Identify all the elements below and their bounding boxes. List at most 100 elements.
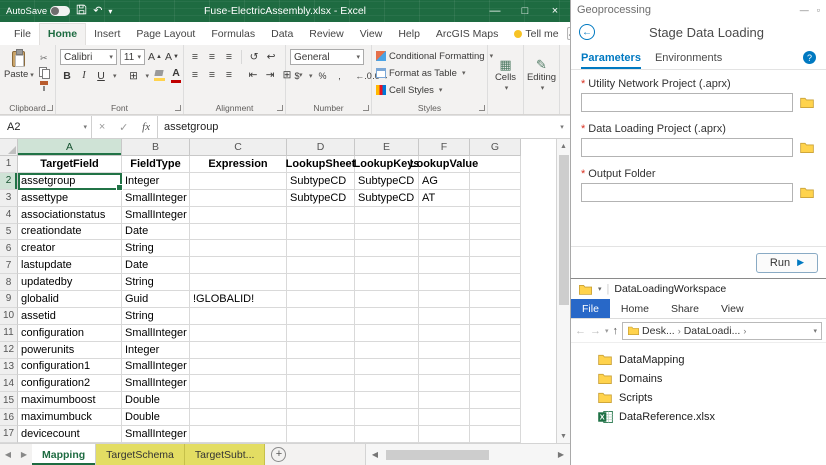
- cell-A8[interactable]: updatedby: [18, 274, 122, 291]
- cell-G17[interactable]: [470, 426, 521, 443]
- column-header-C[interactable]: C: [190, 139, 287, 156]
- cell-G6[interactable]: [470, 240, 521, 258]
- cell-C4[interactable]: [190, 206, 287, 224]
- ribbon-tab-review[interactable]: Review: [301, 24, 351, 45]
- cell-E13[interactable]: [355, 358, 419, 376]
- cell-G4[interactable]: [470, 206, 521, 224]
- folder-item-scripts[interactable]: Scripts: [597, 388, 826, 407]
- cell-G5[interactable]: [470, 223, 521, 241]
- cells-button[interactable]: ▦ Cells ▾: [492, 49, 519, 100]
- cell-B9[interactable]: Guid: [122, 291, 190, 308]
- cell-B14[interactable]: SmallInteger: [122, 375, 190, 393]
- cell-C7[interactable]: [190, 257, 287, 275]
- paste-button[interactable]: Paste ▾: [4, 49, 34, 100]
- cell-C6[interactable]: [190, 240, 287, 258]
- cell-G14[interactable]: [470, 375, 521, 393]
- insert-function-icon[interactable]: fx: [142, 121, 150, 133]
- cell-D9[interactable]: [287, 291, 355, 308]
- nav-history-dropdown-icon[interactable]: ▾: [605, 327, 609, 335]
- cell-D12[interactable]: [287, 341, 355, 359]
- grow-font-button[interactable]: A ▲: [148, 50, 162, 65]
- cell-E9[interactable]: [355, 291, 419, 308]
- row-header-1[interactable]: 1: [0, 156, 18, 173]
- close-button[interactable]: ×: [540, 0, 570, 22]
- geo-tab-parameters[interactable]: Parameters: [581, 46, 641, 69]
- styles-dialog-launcher-icon[interactable]: [479, 105, 485, 111]
- browse-folder-icon[interactable]: [798, 185, 816, 200]
- cell-F13[interactable]: [419, 358, 470, 376]
- column-header-A[interactable]: A: [18, 139, 122, 156]
- formula-bar-expand-icon[interactable]: ▾: [554, 116, 570, 138]
- browse-folder-icon[interactable]: [798, 95, 816, 110]
- cell-D13[interactable]: [287, 358, 355, 376]
- cell-D6[interactable]: [287, 240, 355, 258]
- cell-G11[interactable]: [470, 324, 521, 342]
- number-dialog-launcher-icon[interactable]: [363, 105, 369, 111]
- cell-A10[interactable]: assetid: [18, 307, 122, 325]
- editing-button[interactable]: ✎ Editing ▾: [527, 49, 556, 100]
- fill-color-icon[interactable]: [152, 68, 166, 83]
- comma-style-icon[interactable]: ,: [333, 68, 347, 83]
- file-item-datareference-xlsx[interactable]: X DataReference.xlsx: [597, 407, 826, 426]
- cell-G12[interactable]: [470, 341, 521, 359]
- sheet-tab-targetschema[interactable]: TargetSchema: [96, 444, 185, 465]
- cell-B8[interactable]: String: [122, 274, 190, 291]
- sheet-nav-left-icon[interactable]: ◀: [0, 444, 16, 465]
- scroll-right-icon[interactable]: ▶: [554, 450, 568, 459]
- font-name-select[interactable]: Calibri ▾: [60, 49, 117, 65]
- ribbon-tab-arcgis-maps[interactable]: ArcGIS Maps: [428, 24, 506, 45]
- cell-E7[interactable]: [355, 257, 419, 275]
- cell-C12[interactable]: [190, 341, 287, 359]
- quick-access-toolbar-dropdown-icon[interactable]: ▾: [598, 285, 602, 293]
- cell-F4[interactable]: [419, 206, 470, 224]
- cell-C3[interactable]: [190, 189, 287, 207]
- column-header-B[interactable]: B: [122, 139, 190, 156]
- undo-icon[interactable]: ↶: [93, 5, 102, 17]
- cell-E11[interactable]: [355, 324, 419, 342]
- save-icon[interactable]: [76, 4, 87, 18]
- cell-D11[interactable]: [287, 324, 355, 342]
- cell-G10[interactable]: [470, 307, 521, 325]
- format-painter-icon[interactable]: [39, 80, 49, 92]
- cell-C2[interactable]: [190, 172, 287, 190]
- number-format-select[interactable]: General ▾: [290, 49, 364, 65]
- row-header-3[interactable]: 3: [0, 189, 18, 207]
- select-all-corner[interactable]: [0, 139, 18, 156]
- row-header-8[interactable]: 8: [0, 274, 18, 291]
- cell-C15[interactable]: [190, 392, 287, 410]
- column-header-G[interactable]: G: [470, 139, 521, 156]
- row-header-9[interactable]: 9: [0, 291, 18, 308]
- cell-G3[interactable]: [470, 189, 521, 207]
- cell-B6[interactable]: String: [122, 240, 190, 258]
- horizontal-scrollbar[interactable]: ◀ ▶: [365, 444, 570, 465]
- cell-C17[interactable]: [190, 426, 287, 443]
- cell-F3[interactable]: AT: [419, 189, 470, 207]
- minimize-button[interactable]: —: [480, 0, 510, 22]
- cell-A13[interactable]: configuration1: [18, 358, 122, 376]
- cell-D15[interactable]: [287, 392, 355, 410]
- cell-C14[interactable]: [190, 375, 287, 393]
- cell-A6[interactable]: creator: [18, 240, 122, 258]
- cell-E6[interactable]: [355, 240, 419, 258]
- cell-A15[interactable]: maximumboost: [18, 392, 122, 410]
- cell-C5[interactable]: [190, 223, 287, 241]
- cell-D8[interactable]: [287, 274, 355, 291]
- cell-B7[interactable]: Date: [122, 257, 190, 275]
- formula-input[interactable]: assetgroup: [158, 116, 554, 138]
- cell-D5[interactable]: [287, 223, 355, 241]
- copy-icon[interactable]: [38, 66, 50, 79]
- orientation-icon[interactable]: ↺: [247, 49, 261, 64]
- row-header-4[interactable]: 4: [0, 206, 18, 224]
- name-box[interactable]: A2 ▾: [0, 116, 92, 138]
- cell-G8[interactable]: [470, 274, 521, 291]
- format-as-table-button[interactable]: Format as Table ▾: [376, 65, 483, 81]
- cell-C8[interactable]: [190, 274, 287, 291]
- new-sheet-button[interactable]: +: [271, 447, 287, 462]
- cell-E16[interactable]: [355, 409, 419, 426]
- cell-F7[interactable]: [419, 257, 470, 275]
- cell-F11[interactable]: [419, 324, 470, 342]
- pane-dock-icon[interactable]: ▫: [817, 5, 820, 15]
- cell-C16[interactable]: [190, 409, 287, 426]
- borders-icon[interactable]: ⊞: [127, 68, 141, 83]
- row-header-6[interactable]: 6: [0, 240, 18, 258]
